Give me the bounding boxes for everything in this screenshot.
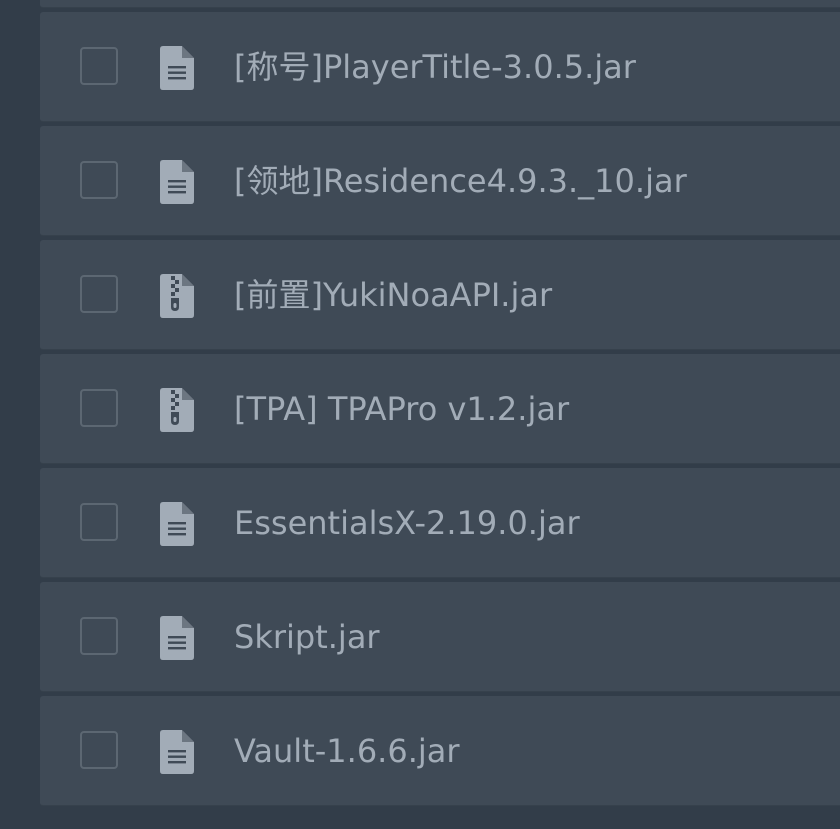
file-checkbox[interactable] [80,617,118,655]
file-text-icon [160,160,194,204]
file-checkbox[interactable] [80,389,118,427]
file-row[interactable]: Vault-1.6.6.jar [40,696,840,806]
file-row[interactable]: [前置]YukiNoaAPI.jar [40,240,840,350]
file-row[interactable]: [领地]Residence4.9.3._10.jar [40,126,840,236]
file-list: [称号]PlayerTitle-3.0.5.jar [领地]Residence4… [40,0,840,810]
file-row-partial [40,0,840,8]
file-archive-icon [160,274,194,318]
file-checkbox[interactable] [80,275,118,313]
file-name[interactable]: EssentialsX-2.19.0.jar [234,502,580,544]
file-name[interactable]: [领地]Residence4.9.3._10.jar [234,160,687,202]
file-row[interactable]: [称号]PlayerTitle-3.0.5.jar [40,12,840,122]
file-name[interactable]: [称号]PlayerTitle-3.0.5.jar [234,46,636,88]
file-text-icon [160,616,194,660]
file-name[interactable]: [TPA] TPAPro v1.2.jar [234,388,569,430]
file-name[interactable]: Vault-1.6.6.jar [234,730,460,772]
file-text-icon [160,46,194,90]
file-name[interactable]: Skript.jar [234,616,380,658]
file-name[interactable]: [前置]YukiNoaAPI.jar [234,274,552,316]
file-row[interactable]: Skript.jar [40,582,840,692]
file-checkbox[interactable] [80,47,118,85]
file-checkbox[interactable] [80,161,118,199]
file-archive-icon [160,388,194,432]
file-checkbox[interactable] [80,731,118,769]
file-text-icon [160,502,194,546]
file-row[interactable]: [TPA] TPAPro v1.2.jar [40,354,840,464]
file-checkbox[interactable] [80,503,118,541]
file-row[interactable]: EssentialsX-2.19.0.jar [40,468,840,578]
file-text-icon [160,730,194,774]
